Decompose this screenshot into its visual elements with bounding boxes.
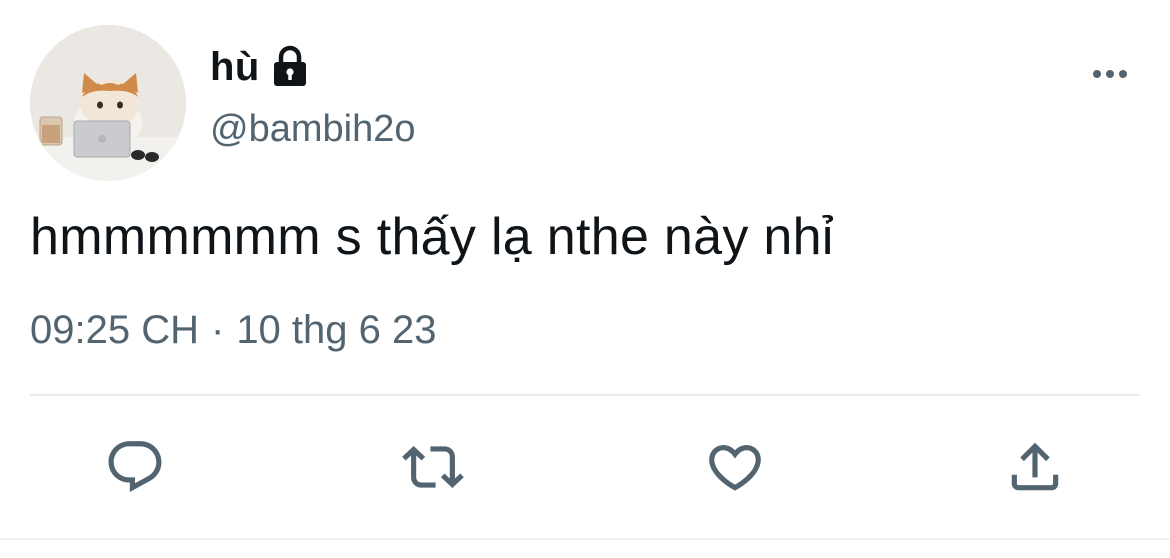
heart-icon — [709, 445, 761, 491]
user-handle[interactable]: @bambih2o — [210, 108, 415, 151]
share-button[interactable] — [1002, 434, 1068, 500]
tweet-time: 09:25 CH — [30, 308, 199, 352]
tweet-date: 10 thg 6 23 — [236, 308, 437, 352]
cat-avatar-image — [30, 25, 186, 181]
more-horizontal-icon — [1093, 70, 1127, 78]
reply-button[interactable] — [102, 434, 168, 500]
share-icon — [1011, 442, 1059, 491]
lock-icon — [270, 45, 310, 89]
divider — [30, 394, 1140, 396]
more-options-button[interactable] — [1080, 56, 1140, 92]
bottom-divider — [0, 538, 1170, 540]
like-button[interactable] — [702, 434, 768, 500]
avatar[interactable] — [30, 25, 186, 181]
retweet-icon — [402, 446, 464, 488]
reply-icon — [108, 441, 162, 493]
tweet-timestamp[interactable]: 09:25 CH · 10 thg 6 23 — [30, 308, 437, 353]
tweet-text: hmmmmmm s thấy lạ nthe này nhỉ — [30, 208, 834, 266]
meta-separator: · — [210, 308, 225, 352]
retweet-button[interactable] — [400, 434, 466, 500]
user-name-row: hù — [210, 40, 310, 94]
display-name[interactable]: hù — [210, 45, 260, 90]
